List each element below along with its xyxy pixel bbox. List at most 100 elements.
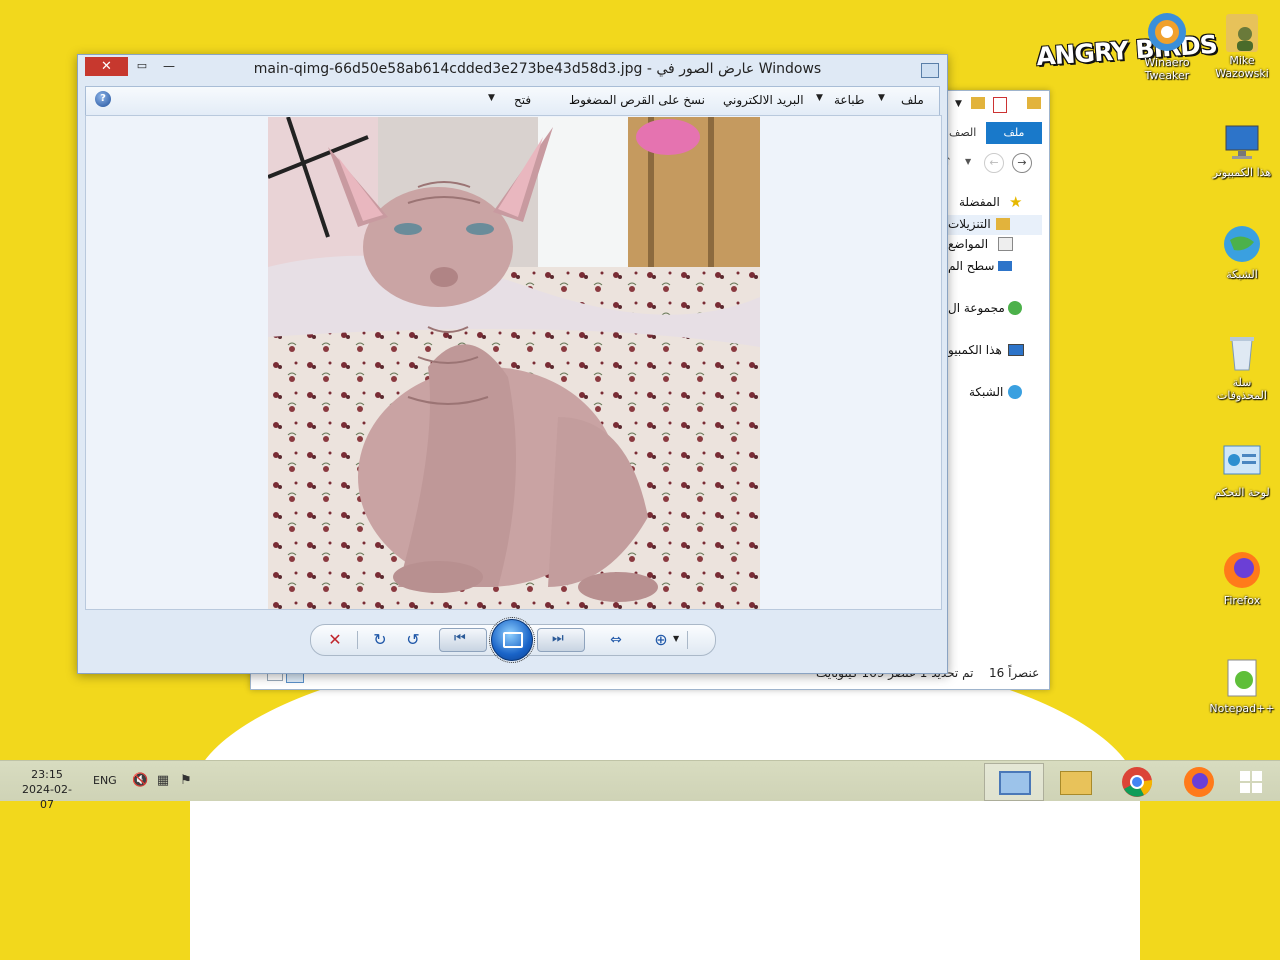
maximize-button[interactable]: ▭: [135, 59, 149, 73]
next-icon: ⏭: [552, 631, 564, 646]
nav-item-label: هذا الكمبيو: [948, 343, 1002, 357]
computer-icon: [1008, 344, 1024, 356]
desktop-icon-label: Firefox: [1223, 594, 1261, 607]
language-indicator[interactable]: ENG: [93, 774, 117, 787]
taskbar-file-explorer[interactable]: [1046, 763, 1104, 799]
recent-locations-dropdown[interactable]: ▼: [965, 157, 971, 166]
forward-button[interactable]: ←: [984, 153, 1004, 173]
title-bar[interactable]: ✕ ▭ — main-qimg-66d50e58ab614cdded3e273b…: [78, 55, 947, 85]
nav-item-label: المواضع: [948, 237, 989, 251]
taskbar-firefox[interactable]: [1170, 763, 1228, 799]
nav-item-downloads[interactable]: التنزيلات: [948, 215, 1042, 235]
minimize-button[interactable]: —: [162, 59, 176, 73]
menu-email[interactable]: البريد الالكتروني: [723, 93, 804, 107]
next-button[interactable]: ⏭: [537, 628, 585, 652]
volume-muted-icon[interactable]: 🔇: [132, 773, 148, 789]
network-icon: [1008, 385, 1022, 399]
photo-viewer-window[interactable]: ✕ ▭ — main-qimg-66d50e58ab614cdded3e273b…: [77, 54, 948, 674]
desktop-icon-recycle-bin[interactable]: سلة المحذوفات: [1207, 330, 1277, 402]
desktop-icon-label: لوحة التحكم: [1214, 486, 1270, 499]
desktop-icon-mike-wazowski[interactable]: Mike Wazowski: [1207, 8, 1277, 80]
menu-burn[interactable]: نسخ على القرص المضغوط: [569, 93, 705, 107]
recycle-bin-icon: [1220, 330, 1264, 374]
nav-item-label: الشبكة: [969, 385, 1004, 399]
start-button[interactable]: [1222, 763, 1280, 799]
menu-open[interactable]: فتح: [514, 93, 531, 107]
firefox-icon: [1220, 548, 1264, 592]
action-center-flag-icon[interactable]: ⚑: [178, 773, 194, 789]
menu-file[interactable]: ملف: [901, 93, 924, 107]
zoom-icon[interactable]: ⊕: [651, 630, 671, 650]
sphynx-cat-photo: [268, 117, 760, 609]
photo-viewer-app-icon[interactable]: [921, 63, 939, 78]
clock-time: 23:15: [31, 768, 63, 781]
clock[interactable]: 23:15 2024-02-07: [16, 767, 78, 812]
nav-item-favorites[interactable]: المفضلة ★: [959, 193, 1022, 211]
recent-places-icon: [998, 237, 1013, 251]
desktop-icon-label: الشبكة: [1226, 268, 1258, 281]
nav-item-network[interactable]: الشبكة: [969, 385, 1022, 399]
print-dropdown-arrow[interactable]: ▼: [816, 93, 823, 103]
delete-icon[interactable]: ✕: [325, 630, 345, 650]
chevron-down-icon[interactable]: ▼: [955, 99, 962, 109]
slideshow-icon: [503, 632, 523, 648]
nav-item-label: المفضلة: [959, 195, 1000, 209]
desktop-icon-network[interactable]: الشبكة: [1207, 222, 1277, 281]
nav-item-this-pc[interactable]: هذا الكمبيو: [948, 343, 1024, 357]
open-dropdown-arrow[interactable]: ▼: [488, 93, 495, 103]
notepadpp-icon: [1220, 656, 1264, 700]
desktop-icon-control-panel[interactable]: لوحة التحكم: [1207, 440, 1277, 499]
nav-item-label: سطح الم: [948, 259, 995, 273]
desktop-icon-firefox[interactable]: Firefox: [1207, 548, 1277, 607]
nav-item-recent-places[interactable]: المواضع: [948, 237, 1013, 251]
actual-size-icon[interactable]: ⇔: [606, 630, 626, 650]
network-globe-icon: [1220, 222, 1264, 266]
clock-date: 2024-02-07: [22, 783, 72, 811]
toolbar-divider: [687, 631, 688, 649]
nav-item-label: مجموعة ال: [948, 301, 1005, 315]
status-item-count: 16 عنصراً: [989, 666, 1040, 680]
computer-icon: [1220, 120, 1264, 164]
ribbon-tab-home[interactable]: الصف: [949, 126, 976, 139]
previous-button[interactable]: ⏮: [439, 628, 487, 652]
ribbon-tab-file[interactable]: ملف: [986, 122, 1042, 144]
slideshow-button[interactable]: [489, 617, 535, 663]
previous-icon: ⏮: [454, 631, 466, 646]
zoom-dropdown-arrow[interactable]: ▼: [673, 634, 679, 643]
desktop-icon-winaero-tweaker[interactable]: Winaero Tweaker: [1132, 10, 1202, 82]
desktop-icon-label: سلة المحذوفات: [1217, 376, 1267, 402]
help-icon[interactable]: ?: [95, 91, 111, 107]
properties-icon[interactable]: [993, 97, 1007, 113]
close-button[interactable]: ✕: [85, 57, 128, 76]
desktop-icon-label: Winaero Tweaker: [1144, 56, 1190, 82]
taskbar: 23:15 2024-02-07 ENG 🔇 ▦ ⚑: [0, 760, 1280, 811]
playback-controls: ✕ ↻ ↺ ⏮ ⏭ ⇔ ⊕ ▼: [310, 617, 716, 663]
folder-icon[interactable]: [971, 97, 985, 109]
network-tray-icon[interactable]: ▦: [155, 773, 171, 789]
image-canvas[interactable]: [85, 115, 942, 610]
desktop-icon-label: Notepad++: [1209, 702, 1275, 715]
taskbar-chrome[interactable]: [1108, 763, 1166, 799]
firefox-icon: [1184, 767, 1214, 797]
taskbar-photo-viewer[interactable]: [984, 763, 1044, 801]
photo: [268, 117, 760, 609]
desktop-icon-this-pc[interactable]: هذا الكمبيوتر: [1207, 120, 1277, 179]
desktop-folder-icon: [998, 261, 1012, 271]
command-bar: ? ▼ فتح نسخ على القرص المضغوط البريد الا…: [85, 86, 940, 116]
control-panel-icon: [1220, 440, 1264, 484]
nav-item-desktop[interactable]: سطح الم: [948, 259, 1012, 273]
chrome-icon: [1122, 767, 1153, 797]
new-folder-icon[interactable]: [1027, 97, 1041, 109]
user-folder-icon: [1220, 8, 1264, 52]
back-button[interactable]: →: [1012, 153, 1032, 173]
toolbar-divider: [357, 631, 358, 649]
downloads-folder-icon: [996, 218, 1010, 230]
rotate-counterclockwise-icon[interactable]: ↺: [403, 630, 423, 650]
photo-viewer-icon: [999, 771, 1031, 795]
nav-item-homegroup[interactable]: مجموعة ال: [948, 301, 1022, 315]
menu-print[interactable]: طباعة: [834, 93, 864, 107]
star-icon: ★: [1009, 193, 1023, 211]
rotate-clockwise-icon[interactable]: ↻: [370, 630, 390, 650]
file-dropdown-arrow[interactable]: ▼: [878, 93, 885, 103]
desktop-icon-notepadpp[interactable]: Notepad++: [1207, 656, 1277, 715]
